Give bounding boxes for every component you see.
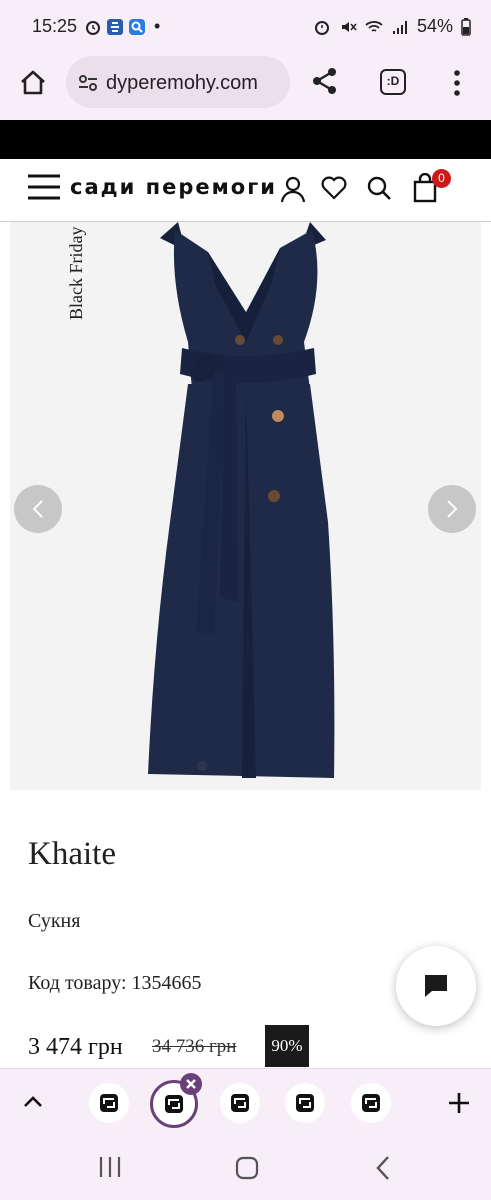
- carousel-next-button[interactable]: [428, 485, 476, 533]
- price-old: 34 736 грн: [152, 1036, 237, 1057]
- promo-label-text: Black Friday: [66, 226, 86, 320]
- tab-icon: [362, 1094, 380, 1112]
- home-icon[interactable]: [235, 1156, 259, 1180]
- tab-item[interactable]: [285, 1083, 325, 1123]
- recents-icon[interactable]: [98, 1156, 122, 1178]
- chat-button[interactable]: [396, 946, 476, 1026]
- back-icon[interactable]: [374, 1155, 392, 1181]
- menu-icon[interactable]: [26, 173, 62, 201]
- wifi-icon: [365, 20, 383, 32]
- tabs-button[interactable]: :D: [380, 69, 406, 95]
- price-current: 3 474 грн: [28, 1034, 123, 1060]
- chevron-left-icon: [32, 500, 43, 518]
- tab-item[interactable]: [220, 1083, 260, 1123]
- promo-label: Black Friday: [58, 222, 92, 322]
- tab-strip: [0, 1068, 491, 1136]
- tab-icon: [296, 1094, 314, 1112]
- site-header: сади перемоги 0: [0, 159, 491, 222]
- home-icon[interactable]: [18, 68, 48, 98]
- tab-item[interactable]: [351, 1083, 391, 1123]
- mute-icon: [341, 21, 357, 32]
- plus-icon[interactable]: [447, 1091, 471, 1115]
- discount-badge: 90%: [265, 1025, 309, 1067]
- chevron-right-icon: [447, 500, 458, 518]
- tabs-icon-label: :D: [386, 74, 400, 88]
- battery-percent: 54%: [416, 16, 453, 36]
- heart-icon[interactable]: [321, 176, 347, 200]
- site-logo[interactable]: сади перемоги: [70, 175, 277, 199]
- search-icon[interactable]: [366, 175, 392, 201]
- user-icon[interactable]: [280, 175, 306, 203]
- address-bar[interactable]: dyperemohy.com: [66, 56, 290, 108]
- status-bar: 15:25 • 54%: [0, 0, 491, 52]
- status-dot: •: [154, 16, 161, 36]
- promo-banner: [0, 120, 491, 159]
- chevron-up-icon[interactable]: [22, 1093, 44, 1109]
- tab-item[interactable]: [89, 1083, 129, 1123]
- tab-icon: [165, 1095, 183, 1113]
- product-type: Сукня: [28, 910, 81, 932]
- alarm-icon: [86, 20, 100, 35]
- product-brand: Khaite: [28, 836, 116, 872]
- share-icon[interactable]: [310, 66, 340, 96]
- system-nav-bar: [0, 1136, 491, 1200]
- tab-icon: [231, 1094, 249, 1112]
- alarm-icon: [314, 20, 329, 35]
- signal-icon: [392, 20, 407, 34]
- battery-icon: [461, 17, 471, 36]
- carousel-prev-button[interactable]: [14, 485, 62, 533]
- tab-icon: [100, 1094, 118, 1112]
- site-settings-icon[interactable]: [78, 74, 98, 92]
- cart-count-badge: 0: [432, 169, 451, 188]
- browser-toolbar: dyperemohy.com :D: [0, 52, 491, 120]
- e-app-icon: [107, 18, 123, 35]
- chat-icon: [425, 975, 447, 997]
- product-code: Код товару: 1354665: [28, 972, 202, 994]
- status-time: 15:25: [32, 16, 78, 36]
- close-tab-button[interactable]: [180, 1073, 202, 1095]
- more-icon[interactable]: [450, 68, 464, 98]
- search-app-icon: [129, 18, 145, 35]
- close-icon: [186, 1079, 196, 1089]
- url-text: dyperemohy.com: [106, 72, 258, 94]
